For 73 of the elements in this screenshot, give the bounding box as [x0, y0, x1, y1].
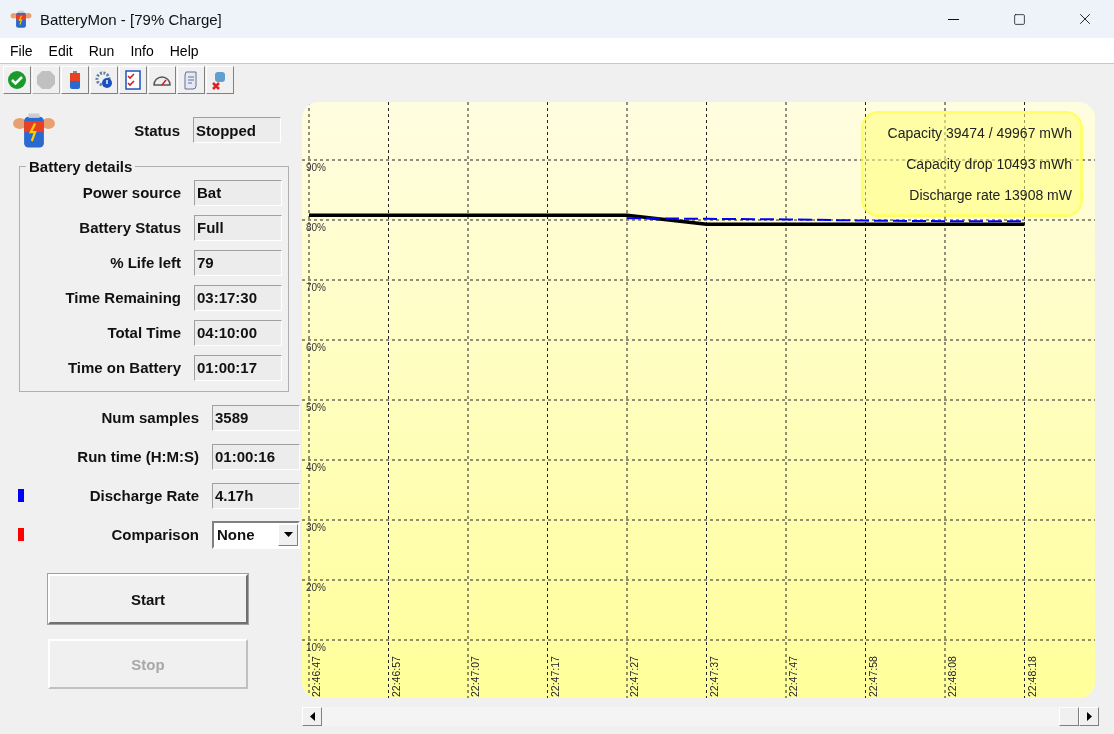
info-text: Discharge rate 13908 mW [909, 186, 1072, 203]
checklist-icon [123, 70, 143, 90]
minimize-icon [947, 18, 959, 20]
toolbar-button[interactable] [206, 66, 234, 94]
value-field: 3589 [212, 404, 300, 431]
field-label: Time Remaining [64, 289, 181, 306]
value-field: 03:17:30 [194, 284, 282, 311]
axis-label: 22:46:57 [389, 656, 402, 697]
info-text: Capacity 39474 / 49967 mWh [887, 125, 1072, 142]
gear-icon [94, 70, 114, 90]
axis-label: 22:47:17 [548, 656, 561, 697]
value-field: 01:00:16 [212, 443, 300, 470]
menu-item[interactable]: File [2, 42, 41, 59]
axis-label: 22:48:18 [1025, 656, 1038, 697]
field-label: Discharge Rate [88, 487, 199, 504]
field-label: Comparison [110, 526, 199, 543]
menu-item[interactable]: Info [122, 42, 162, 59]
value-field: Bat [194, 179, 282, 206]
axis-label: 90% [306, 162, 326, 173]
axis-label: 40% [306, 462, 326, 473]
scroll-right-button[interactable] [1079, 707, 1099, 726]
axis-label: 80% [306, 222, 326, 233]
menu-item[interactable]: Help [161, 42, 207, 59]
field-label: % Life left [109, 254, 181, 271]
axis-label: 30% [306, 522, 326, 533]
menu-item[interactable]: Edit [40, 42, 81, 59]
value-field: 04:10:00 [194, 319, 282, 346]
toolbar-button[interactable] [61, 66, 89, 94]
axis-label: 70% [306, 282, 326, 293]
axis-label: 20% [306, 582, 326, 593]
axis-label: 60% [306, 342, 326, 353]
window-title: BatteryMon - [79% Charge] [40, 10, 223, 28]
toolbar-button[interactable] [177, 66, 205, 94]
battery-logo-icon [10, 8, 32, 30]
field-label: Run time (H:M:S) [76, 448, 199, 465]
value-field: 01:00:17 [194, 354, 282, 381]
comparison-dropdown[interactable]: None [212, 520, 300, 549]
stop-icon [36, 70, 56, 90]
axis-label: 22:47:58 [866, 656, 879, 697]
info-text: Capacity drop 10493 mWh [906, 156, 1072, 172]
field-label: Power source [81, 184, 181, 201]
field-label: Num samples [100, 409, 199, 426]
start-button[interactable]: Start [48, 574, 248, 624]
check-icon [7, 70, 27, 90]
right-arrow-icon [1086, 712, 1092, 721]
value-field: 4.17h [212, 482, 300, 509]
scroll-thumb[interactable] [1059, 707, 1079, 726]
field-label: Battery Status [78, 219, 181, 236]
axis-label: 22:46:47 [310, 656, 322, 697]
axis-label: 22:47:37 [707, 656, 720, 697]
scroll-left-button[interactable] [302, 707, 322, 726]
field-label: Status [134, 121, 180, 139]
field-label: Total Time [106, 324, 181, 341]
toolbar-button[interactable] [119, 66, 147, 94]
value-field: Full [194, 214, 282, 241]
caret-icon [283, 532, 293, 537]
status-field: Stopped [193, 117, 281, 143]
toolbar-button[interactable] [148, 66, 176, 94]
axis-label: 22:47:27 [628, 656, 640, 697]
axis-label: 22:47:07 [469, 656, 481, 697]
menu-item[interactable]: Run [80, 42, 123, 59]
toolbar-button[interactable] [90, 66, 118, 94]
maximize-icon [1012, 12, 1026, 26]
axis-label: 50% [306, 402, 326, 413]
field-label: Time on Battery [66, 359, 181, 376]
group-title: Battery details [28, 158, 134, 175]
axis-label: 10% [306, 642, 326, 653]
left-arrow-icon [309, 712, 315, 721]
value-field: 79 [194, 249, 282, 276]
axis-label: 22:47:47 [787, 656, 799, 697]
scrollbar[interactable] [302, 707, 1099, 726]
toolbar-button[interactable] [3, 66, 31, 94]
axis-label: 22:48:08 [946, 656, 958, 697]
